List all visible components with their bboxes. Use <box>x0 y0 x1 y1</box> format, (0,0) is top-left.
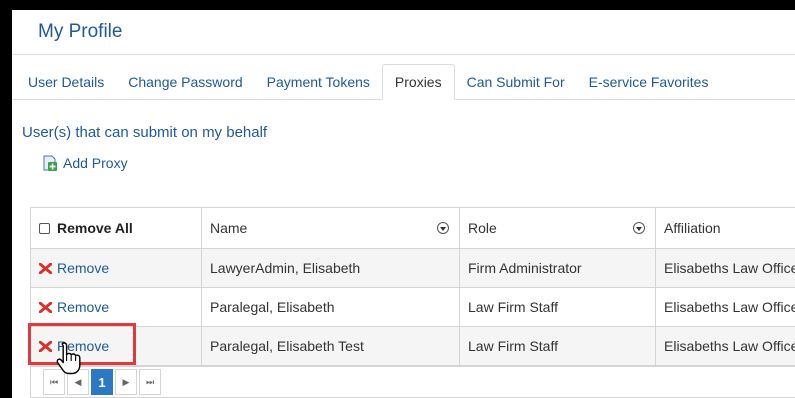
affiliation-column-header[interactable]: Affiliation <box>656 208 795 248</box>
add-document-icon <box>43 155 57 171</box>
role-cell: Law Firm Staff <box>460 288 656 326</box>
tab-eservice-favorites[interactable]: E-service Favorites <box>577 65 721 99</box>
affiliation-cell: Elisabeths Law Office <box>664 299 795 315</box>
name-column-header[interactable]: Name <box>202 208 460 248</box>
name-cell: LawyerAdmin, Elisabeth <box>202 249 460 287</box>
red-x-icon <box>39 301 52 313</box>
remove-button[interactable]: Remove <box>39 299 109 315</box>
remove-button[interactable]: Remove <box>39 260 109 276</box>
tab-bar: User Details Change Password Payment Tok… <box>12 64 795 100</box>
tab-payment-tokens[interactable]: Payment Tokens <box>255 65 382 99</box>
tab-can-submit-for[interactable]: Can Submit For <box>455 65 577 99</box>
table-row: Remove LawyerAdmin, Elisabeth Firm Admin… <box>31 249 795 288</box>
tab-proxies[interactable]: Proxies <box>381 64 455 100</box>
add-proxy-label: Add Proxy <box>63 155 128 171</box>
tab-change-password[interactable]: Change Password <box>116 65 254 99</box>
role-header-label: Role <box>468 220 497 236</box>
proxies-grid: Remove All Name Role Affiliation Remove … <box>30 207 795 367</box>
section-title: User(s) that can submit on my behalf <box>22 124 268 141</box>
affiliation-cell: Elisabeths Law Office <box>664 338 795 354</box>
affiliation-cell: Elisabeths Law Office <box>664 260 795 276</box>
pager-last-button[interactable]: ⏭ <box>139 369 161 395</box>
red-x-icon <box>39 262 52 274</box>
grid-pager: ⏮ ◀ 1 ▶ ⏭ <box>30 367 795 398</box>
remove-label: Remove <box>57 260 110 276</box>
page-title: My Profile <box>38 21 123 42</box>
table-row: Remove Paralegal, Elisabeth Law Firm Sta… <box>31 288 795 327</box>
page-header: My Profile <box>12 10 795 55</box>
name-cell: Paralegal, Elisabeth <box>202 288 460 326</box>
name-cell: Paralegal, Elisabeth Test <box>202 327 460 365</box>
remove-all-header[interactable]: Remove All <box>31 208 202 248</box>
role-column-header[interactable]: Role <box>460 208 656 248</box>
remove-cell: Remove <box>31 288 202 326</box>
pager-next-button[interactable]: ▶ <box>115 369 137 395</box>
red-x-icon <box>39 340 52 352</box>
pager-page-1[interactable]: 1 <box>91 369 113 395</box>
app-frame: My Profile User Details Change Password … <box>12 10 795 398</box>
remove-label: Remove <box>57 299 110 315</box>
remove-cell: Remove <box>31 249 202 287</box>
grid-header-row: Remove All Name Role Affiliation <box>31 208 795 249</box>
table-row: Remove Paralegal, Elisabeth Test Law Fir… <box>31 327 795 366</box>
filter-icon[interactable] <box>633 222 645 234</box>
add-proxy-button[interactable]: Add Proxy <box>42 155 795 171</box>
tab-user-details[interactable]: User Details <box>16 65 116 99</box>
remove-all-label: Remove All <box>57 220 133 236</box>
filter-icon[interactable] <box>437 222 449 234</box>
role-cell: Firm Administrator <box>460 249 656 287</box>
affiliation-header-label: Affiliation <box>664 220 721 236</box>
name-header-label: Name <box>210 220 248 236</box>
remove-all-checkbox[interactable] <box>39 222 50 234</box>
hand-pointer-icon <box>56 342 81 375</box>
role-cell: Law Firm Staff <box>460 327 656 365</box>
